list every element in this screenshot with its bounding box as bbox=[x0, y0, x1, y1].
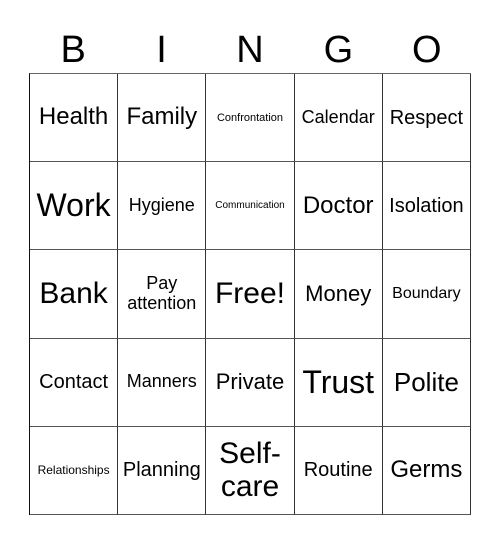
bingo-cell: Polite bbox=[382, 338, 471, 427]
bingo-header: B I N G O bbox=[29, 28, 471, 72]
bingo-cell: Contact bbox=[30, 338, 119, 427]
bingo-cell: Self-care bbox=[206, 426, 295, 515]
bingo-cell: Hygiene bbox=[118, 162, 207, 251]
header-letter-n: N bbox=[236, 29, 264, 71]
header-letter-o: O bbox=[411, 29, 442, 71]
bingo-cell: Calendar bbox=[294, 74, 383, 163]
bingo-cell: Doctor bbox=[294, 162, 383, 251]
header-letter-b: B bbox=[60, 29, 86, 71]
bingo-cell: Boundary bbox=[382, 250, 471, 339]
bingo-grid: Health Family Confrontation Calendar Res… bbox=[29, 73, 471, 515]
bingo-cell: Communication bbox=[206, 162, 295, 251]
bingo-cell: Respect bbox=[382, 74, 471, 163]
free-space: Free! bbox=[206, 250, 295, 339]
header-letter-g: G bbox=[323, 29, 354, 71]
bingo-cell: Isolation bbox=[382, 162, 471, 251]
bingo-cell: Bank bbox=[30, 250, 119, 339]
bingo-cell: Relationships bbox=[30, 426, 119, 515]
bingo-cell: Money bbox=[294, 250, 383, 339]
bingo-cell: Confrontation bbox=[206, 74, 295, 163]
bingo-cell: Health bbox=[30, 74, 119, 163]
bingo-cell: Pay attention bbox=[118, 250, 207, 339]
header-letter-i: I bbox=[156, 29, 167, 71]
bingo-cell: Family bbox=[118, 74, 207, 163]
bingo-cell: Private bbox=[206, 338, 295, 427]
bingo-cell: Work bbox=[30, 162, 119, 251]
bingo-cell: Trust bbox=[294, 338, 383, 427]
bingo-cell: Germs bbox=[382, 426, 471, 515]
bingo-cell: Manners bbox=[118, 338, 207, 427]
bingo-cell: Planning bbox=[118, 426, 207, 515]
bingo-cell: Routine bbox=[294, 426, 383, 515]
